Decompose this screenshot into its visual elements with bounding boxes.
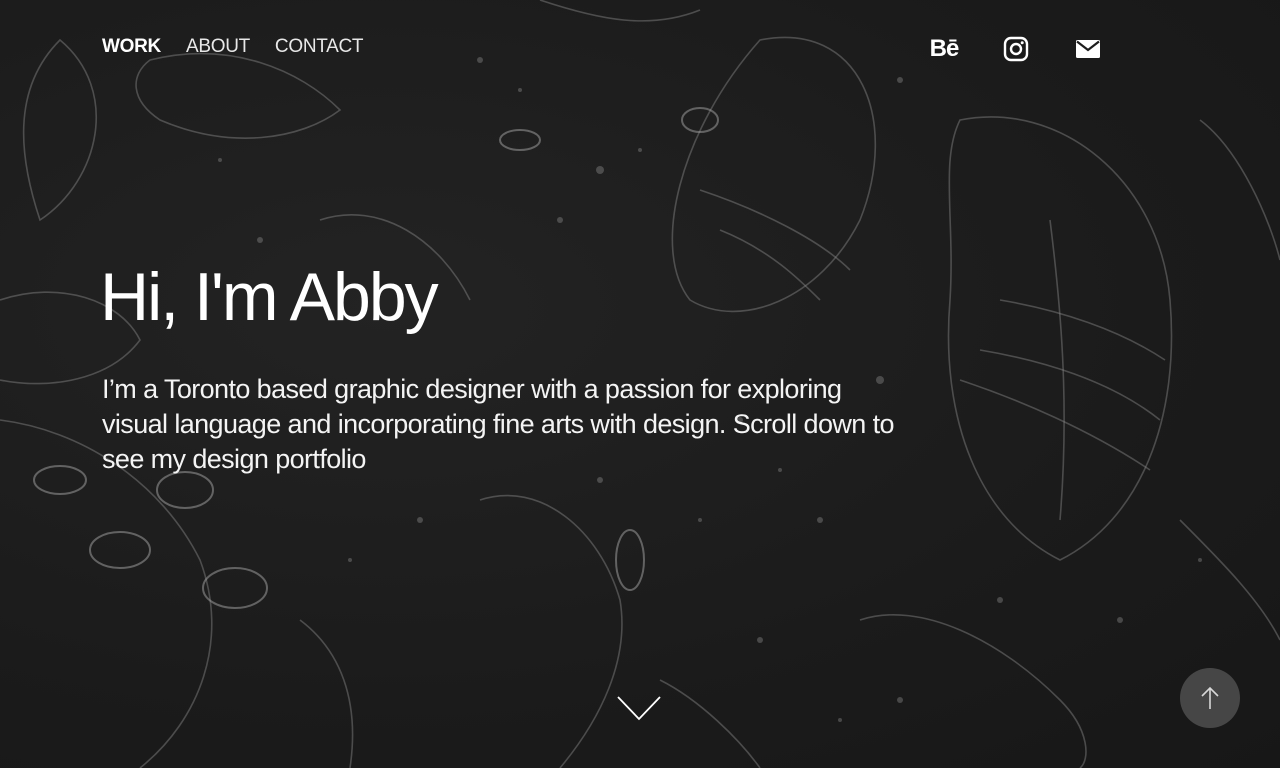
chevron-down-icon — [617, 696, 661, 721]
nav-contact-link[interactable]: CONTACT — [275, 36, 364, 58]
instagram-icon[interactable] — [998, 33, 1034, 65]
page: WORK ABOUT CONTACT Bē Hi, I'm Abby I’m a… — [0, 0, 1280, 768]
nav-about-link[interactable]: ABOUT — [186, 36, 250, 58]
behance-icon[interactable]: Bē — [926, 33, 962, 65]
hero-title: Hi, I'm Abby — [100, 259, 439, 335]
nav-work-link[interactable]: WORK — [102, 36, 161, 58]
hero-intro-text: I’m a Toronto based graphic designer wit… — [102, 374, 895, 474]
back-to-top-button[interactable] — [1180, 668, 1240, 728]
arrow-up-icon — [1201, 686, 1219, 709]
mail-icon[interactable] — [1070, 33, 1106, 65]
main-nav: WORK ABOUT CONTACT — [102, 36, 364, 58]
scroll-down-button[interactable] — [616, 694, 662, 722]
social-links: Bē — [926, 33, 1106, 65]
